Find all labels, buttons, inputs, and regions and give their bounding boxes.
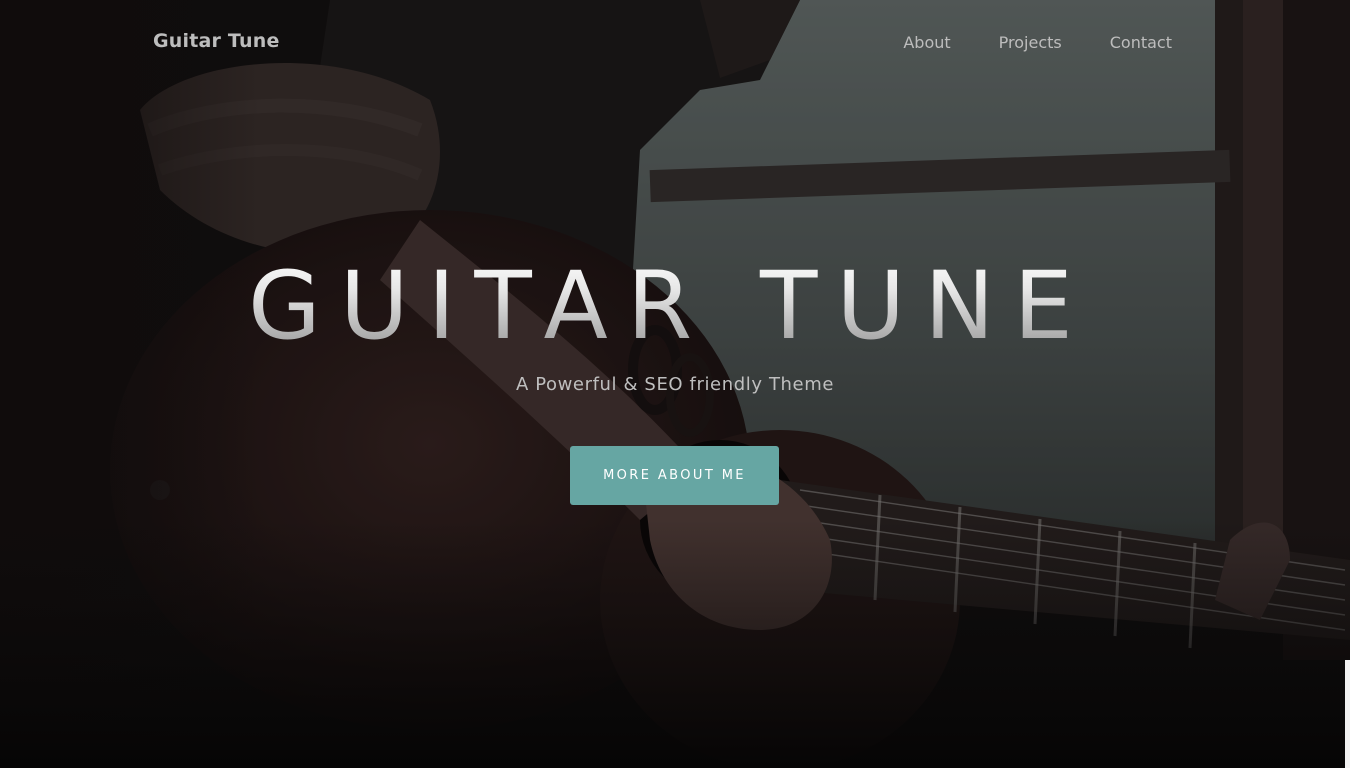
brand-logo-link[interactable]: Guitar Tune [153, 30, 280, 52]
top-navbar: Guitar Tune About Projects Contact [0, 0, 1350, 88]
nav-link-projects[interactable]: Projects [999, 33, 1062, 52]
hero-section: Guitar Tune About Projects Contact GUITA… [0, 0, 1350, 768]
nav-links: About Projects Contact [903, 33, 1172, 52]
more-about-me-button[interactable]: MORE ABOUT ME [570, 446, 779, 505]
hero-subtitle: A Powerful & SEO friendly Theme [515, 374, 835, 395]
nav-link-about[interactable]: About [903, 33, 950, 52]
nav-link-contact[interactable]: Contact [1110, 33, 1172, 52]
hero-title: GUITAR TUNE [0, 252, 1340, 361]
scrollbar-track[interactable] [1345, 660, 1350, 768]
